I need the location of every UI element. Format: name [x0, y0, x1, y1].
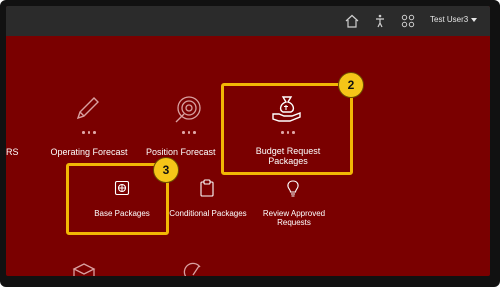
user-menu[interactable]: Test User3 [430, 15, 478, 24]
tile-label-partial[interactable]: RS [6, 147, 19, 157]
tile-operating-forecast[interactable]: Operating Forecast [44, 147, 134, 157]
highlight-box-budget-request [221, 83, 353, 175]
top-bar: Test User3 [6, 6, 490, 36]
tile-label-line: Requests [277, 218, 311, 228]
target-icon[interactable] [172, 94, 204, 126]
clipboard-icon[interactable] [199, 179, 215, 197]
user-name: Test User3 [430, 15, 469, 24]
pencil-icon[interactable] [72, 94, 102, 124]
screenshot-frame: Test User3 RS Operating Forecast Positio… [0, 0, 500, 287]
callout-badge-2: 2 [338, 72, 364, 98]
chevron-down-icon [471, 17, 478, 22]
accessibility-icon[interactable] [372, 13, 388, 29]
apps-grid-icon[interactable] [400, 13, 416, 29]
home-icon[interactable] [344, 13, 360, 29]
tile-label-line: Review Approved [262, 209, 326, 218]
tile-position-forecast[interactable]: Position Forecast [146, 147, 226, 157]
callout-badge-3: 3 [153, 157, 179, 183]
tile-review-approved-requests[interactable]: Review Approved Requests [252, 209, 336, 227]
tile-conditional-packages[interactable]: Conditional Packages [166, 209, 250, 218]
gauge-icon[interactable] [182, 261, 204, 276]
tile-dots [182, 131, 196, 134]
tile-dots [82, 131, 96, 134]
lightbulb-icon[interactable] [285, 179, 301, 197]
cube-icon[interactable] [70, 261, 98, 276]
app-screen: Test User3 RS Operating Forecast Positio… [6, 6, 490, 276]
